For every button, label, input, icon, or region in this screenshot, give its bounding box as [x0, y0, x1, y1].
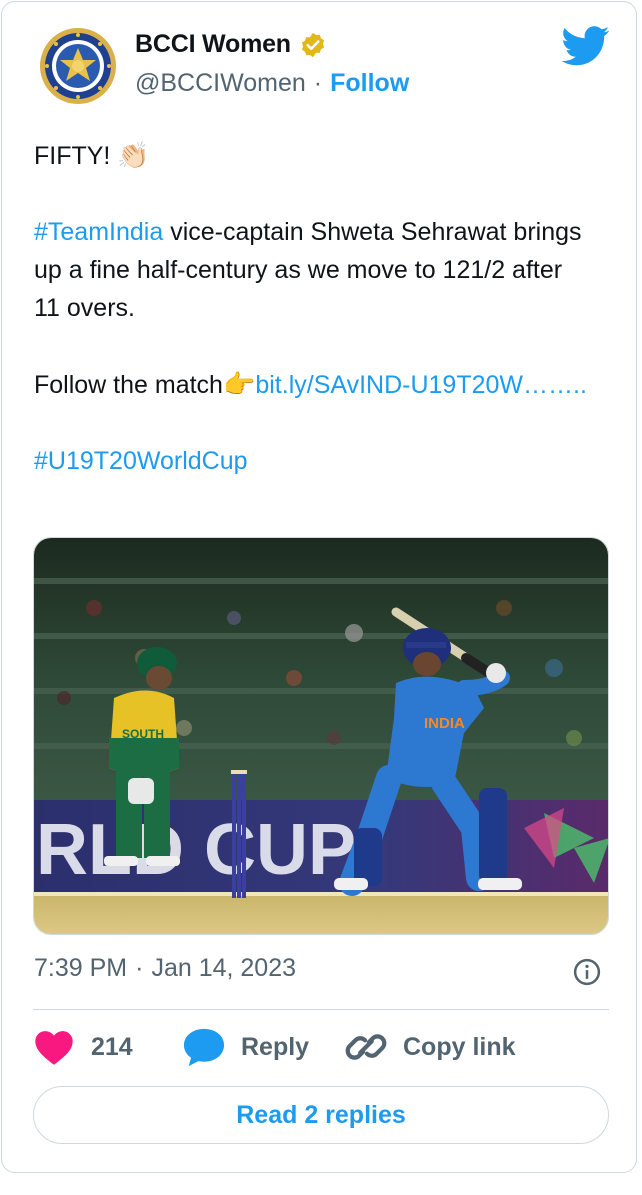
action-bar: 214 Reply Copy link	[33, 1023, 609, 1071]
link-icon	[345, 1034, 387, 1060]
bcci-logo	[37, 25, 119, 107]
author-handle[interactable]: @BCCIWomen	[135, 69, 306, 98]
follow-button[interactable]: Follow	[330, 69, 409, 98]
divider	[33, 1009, 609, 1010]
tweet-time[interactable]: 7:39 PM	[34, 954, 127, 983]
copy-link-button[interactable]: Copy link	[343, 1023, 516, 1071]
like-count: 214	[91, 1032, 133, 1061]
author-name-row[interactable]: BCCI Women	[135, 30, 327, 59]
tweet-timestamp[interactable]: 7:39 PM · Jan 14, 2023	[34, 954, 296, 983]
author-handle-row: @BCCIWomen · Follow	[135, 69, 409, 98]
info-icon[interactable]	[572, 957, 602, 987]
reply-label: Reply	[241, 1032, 310, 1061]
hashtag-teamindia[interactable]: #TeamIndia	[34, 218, 163, 246]
fifty-text: FIFTY!	[34, 142, 118, 170]
twitter-bird-icon[interactable]	[562, 26, 610, 66]
author-name[interactable]: BCCI Women	[135, 30, 291, 59]
tweet-line-fifty: FIFTY! 👏🏻	[34, 136, 594, 175]
read-replies-button[interactable]: Read 2 replies	[33, 1086, 609, 1144]
speech-bubble-icon	[183, 1028, 225, 1067]
banner-text: RLD CUP	[36, 810, 356, 890]
pointing-right-icon: 👉	[222, 369, 256, 399]
clapping-hands-icon: 👏🏻	[117, 140, 150, 170]
tweet-card: BCCI Women @BCCIWomen · Follow FIFTY! 👏🏻…	[1, 1, 637, 1173]
match-link[interactable]: bit.ly/SAvIND-U19T20W……..	[255, 371, 587, 399]
tweet-paragraph: #TeamIndia vice-captain Shweta Sehrawat …	[34, 213, 594, 327]
verified-badge-icon	[301, 32, 324, 57]
timestamp-separator: ·	[135, 954, 144, 982]
jersey-text-left: SOUTH	[122, 727, 164, 741]
tweet-photo[interactable]: RLD CUP SOUTH INDIA	[33, 537, 609, 935]
follow-match-text: Follow the match	[34, 371, 223, 399]
copy-link-label: Copy link	[403, 1032, 516, 1061]
tweet-date[interactable]: Jan 14, 2023	[151, 954, 296, 983]
heart-icon	[35, 1031, 73, 1065]
reply-button[interactable]: Reply	[181, 1023, 309, 1071]
author-avatar[interactable]	[36, 24, 120, 108]
like-button[interactable]: 214	[33, 1023, 133, 1071]
jersey-text-right: INDIA	[424, 715, 465, 732]
tweet-text: FIFTY! 👏🏻 #TeamIndia vice-captain Shweta…	[34, 136, 594, 480]
handle-separator: ·	[313, 69, 323, 97]
hashtag-u19t20worldcup[interactable]: #U19T20WorldCup	[34, 447, 248, 475]
cricket-photo: RLD CUP SOUTH INDIA	[34, 538, 608, 934]
follow-match-line: Follow the match👉bit.ly/SAvIND-U19T20W………	[34, 365, 594, 404]
